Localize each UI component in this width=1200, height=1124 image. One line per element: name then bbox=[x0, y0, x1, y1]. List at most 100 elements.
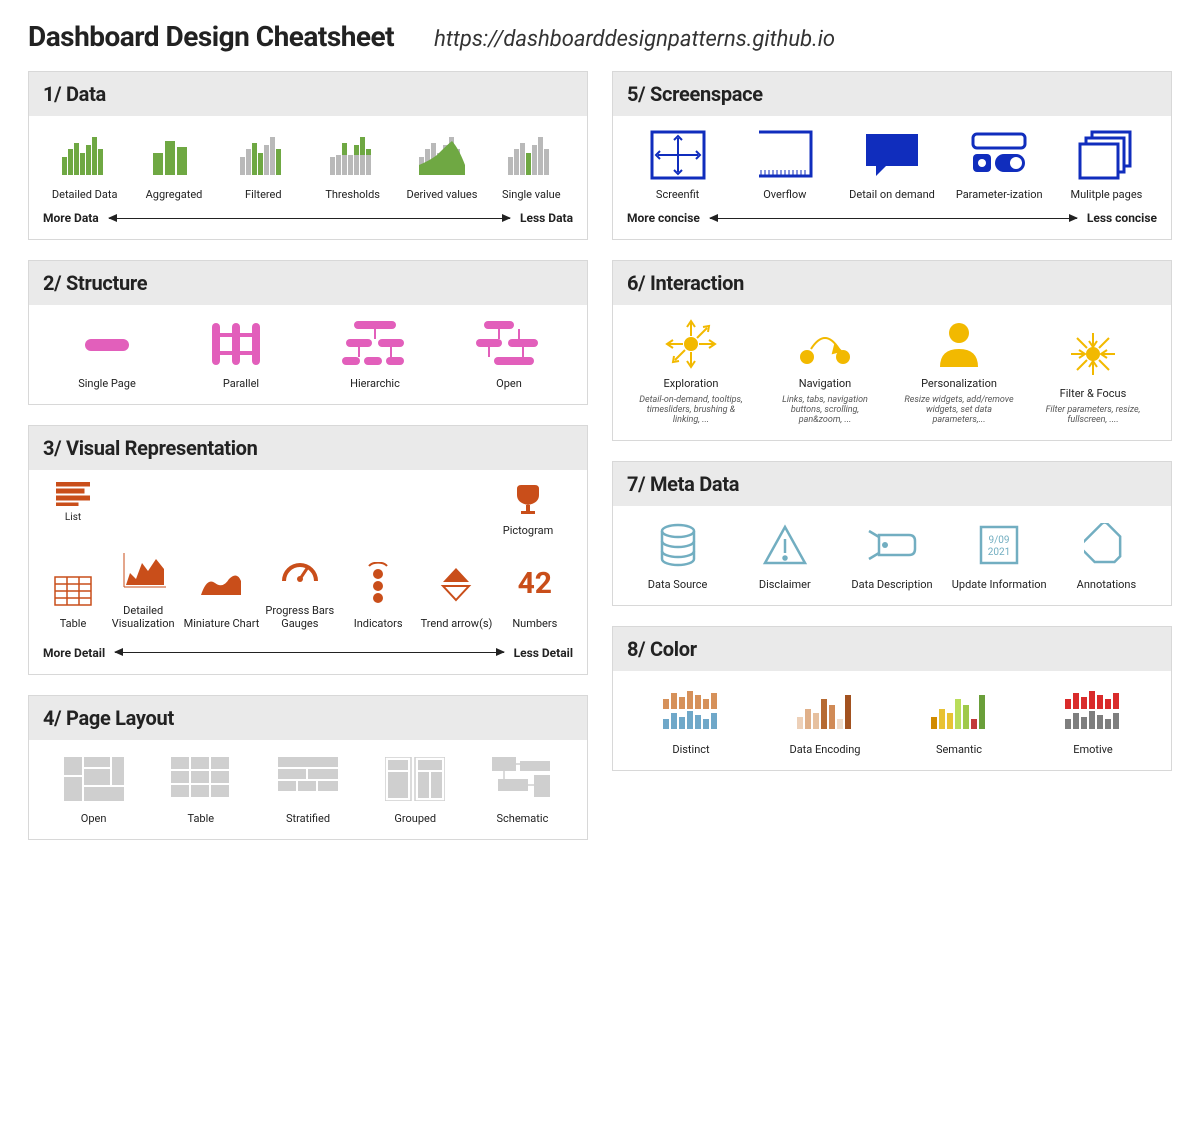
int-navigation: Navigation Links, tabs, navigation butto… bbox=[761, 317, 889, 426]
layout-grouped-icon bbox=[385, 752, 445, 806]
data-item-detailed: Detailed Data bbox=[43, 128, 126, 201]
semantic-color-icon bbox=[929, 683, 989, 737]
source-url: https://dashboarddesignpatterns.github.i… bbox=[434, 27, 835, 52]
ss-param: Parameter-ization bbox=[949, 128, 1050, 201]
data-item-single: Single value bbox=[490, 128, 573, 201]
trend-arrow-icon bbox=[439, 557, 473, 611]
int-filter: Filter & Focus Filter parameters, resize… bbox=[1029, 327, 1157, 426]
parameterization-icon bbox=[971, 128, 1027, 182]
section-structure-title: 2/ Structure bbox=[29, 261, 587, 305]
annotations-icon bbox=[1084, 518, 1128, 572]
md-annotations: Annotations bbox=[1056, 518, 1157, 591]
vr-numbers: 42 Numbers bbox=[497, 557, 573, 630]
section-interaction: 6/ Interaction bbox=[612, 260, 1172, 441]
list-icon bbox=[56, 482, 90, 510]
section-structure: 2/ Structure Single Page bbox=[28, 260, 588, 405]
screenfit-icon bbox=[650, 128, 706, 182]
data-item-filtered: Filtered bbox=[222, 128, 305, 201]
filter-focus-icon bbox=[1061, 327, 1125, 381]
vr-detailed: Detailed Visualization bbox=[105, 544, 181, 630]
navigation-icon bbox=[793, 317, 857, 371]
distinct-color-icon bbox=[661, 683, 721, 737]
layout-schematic-icon bbox=[492, 752, 552, 806]
vr-gauge: Progress Bars Gauges bbox=[262, 544, 338, 630]
data-encoding-color-icon bbox=[795, 683, 855, 737]
int-personalization: Personalization Resize widgets, add/remo… bbox=[895, 317, 1023, 426]
scale-arrow-icon bbox=[710, 218, 1077, 219]
data-item-thresholds: Thresholds bbox=[311, 128, 394, 201]
structure-single: Single Page bbox=[43, 317, 171, 390]
structure-open: Open bbox=[445, 317, 573, 390]
ss-overflow: Overflow bbox=[734, 128, 835, 201]
detailed-viz-icon bbox=[118, 544, 168, 598]
layout-schematic: Schematic bbox=[472, 752, 573, 825]
open-structure-icon bbox=[474, 317, 544, 371]
aggregated-icon bbox=[151, 128, 197, 182]
multiple-pages-icon bbox=[1078, 128, 1134, 182]
right-column: 5/ Screenspace Screenfit bbox=[612, 71, 1172, 840]
update-info-icon: 9/092021 bbox=[977, 518, 1021, 572]
layout-table: Table bbox=[150, 752, 251, 825]
hierarchic-icon bbox=[340, 317, 410, 371]
structure-hierarchic: Hierarchic bbox=[311, 317, 439, 390]
page-title: Dashboard Design Cheatsheet bbox=[28, 20, 394, 53]
page-header: Dashboard Design Cheatsheet https://dash… bbox=[28, 20, 1172, 53]
md-disclaimer: Disclaimer bbox=[734, 518, 835, 591]
color-emotive: Emotive bbox=[1029, 683, 1157, 756]
scale-arrow-icon bbox=[115, 652, 503, 653]
section-metadata: 7/ Meta Data Data Source bbox=[612, 461, 1172, 606]
layout-stratified: Stratified bbox=[257, 752, 358, 825]
svg-text:9/09: 9/09 bbox=[989, 535, 1010, 546]
derived-icon bbox=[419, 128, 465, 182]
int-exploration: Exploration Detail-on-demand, tooltips, … bbox=[627, 317, 755, 426]
section-data: 1/ Data Detailed Data bbox=[28, 71, 588, 240]
overflow-icon bbox=[757, 128, 813, 182]
section-color: 8/ Color Distinct bbox=[612, 626, 1172, 771]
section-visualrep-title: 3/ Visual Representation bbox=[29, 426, 587, 470]
section-color-title: 8/ Color bbox=[613, 627, 1171, 671]
data-scale: More Data Less Data bbox=[43, 211, 573, 225]
screenspace-scale: More concise Less concise bbox=[627, 211, 1157, 225]
detail-demand-icon bbox=[864, 128, 920, 182]
detailed-data-icon bbox=[62, 128, 108, 182]
section-data-title: 1/ Data bbox=[29, 72, 587, 116]
data-item-aggregated: Aggregated bbox=[132, 128, 215, 201]
disclaimer-icon bbox=[761, 518, 809, 572]
filtered-icon bbox=[240, 128, 286, 182]
ss-detail: Detail on demand bbox=[841, 128, 942, 201]
layout-open: Open bbox=[43, 752, 144, 825]
parallel-icon bbox=[206, 317, 276, 371]
md-description: Data Description bbox=[841, 518, 942, 591]
scale-arrow-icon bbox=[109, 218, 510, 219]
color-semantic: Semantic bbox=[895, 683, 1023, 756]
ss-multipage: Mulitple pages bbox=[1056, 128, 1157, 201]
personalization-icon bbox=[932, 317, 986, 371]
data-item-derived: Derived values bbox=[400, 128, 483, 201]
indicators-icon bbox=[363, 557, 393, 611]
section-screenspace-title: 5/ Screenspace bbox=[613, 72, 1171, 116]
section-interaction-title: 6/ Interaction bbox=[613, 261, 1171, 305]
color-encoding: Data Encoding bbox=[761, 683, 889, 756]
left-column: 1/ Data Detailed Data bbox=[28, 71, 588, 840]
data-source-icon bbox=[656, 518, 700, 572]
table-icon bbox=[54, 571, 92, 611]
thresholds-icon bbox=[330, 128, 376, 182]
section-metadata-title: 7/ Meta Data bbox=[613, 462, 1171, 506]
emotive-color-icon bbox=[1063, 683, 1123, 737]
ss-screenfit: Screenfit bbox=[627, 128, 728, 201]
structure-parallel: Parallel bbox=[177, 317, 305, 390]
vr-trend: Trend arrow(s) bbox=[418, 557, 494, 630]
single-page-icon bbox=[77, 317, 137, 371]
svg-text:2021: 2021 bbox=[988, 547, 1010, 558]
layout-table-icon bbox=[171, 752, 231, 806]
single-value-icon bbox=[508, 128, 554, 182]
color-distinct: Distinct bbox=[627, 683, 755, 756]
layout-stratified-icon bbox=[278, 752, 338, 806]
visualrep-scale: More Detail Less Detail bbox=[43, 646, 573, 660]
section-pagelayout-title: 4/ Page Layout bbox=[29, 696, 587, 740]
vr-pictogram: Pictogram bbox=[493, 482, 563, 537]
md-source: Data Source bbox=[627, 518, 728, 591]
vr-indicators: Indicators bbox=[340, 557, 416, 630]
section-screenspace: 5/ Screenspace Screenfit bbox=[612, 71, 1172, 240]
gauge-icon bbox=[278, 544, 322, 598]
